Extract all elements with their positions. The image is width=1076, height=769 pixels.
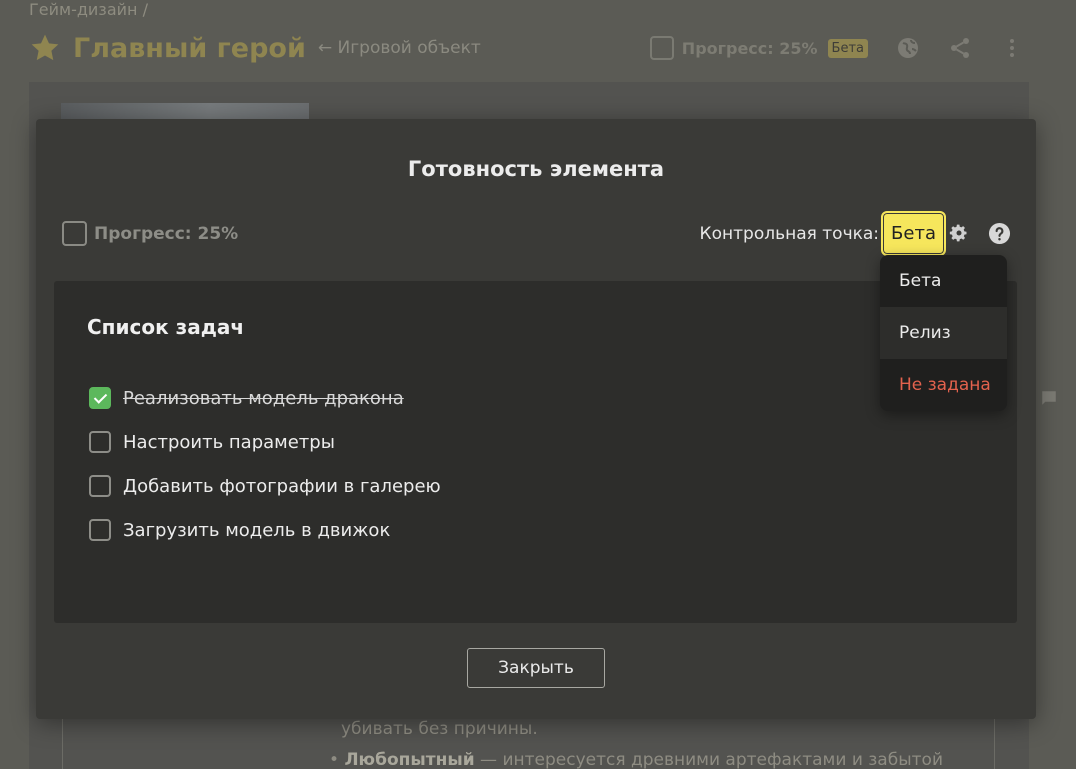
task-label: Настроить параметры [123,431,335,453]
progress-toggle[interactable]: Прогресс: 25% [62,221,238,246]
task-item[interactable]: Добавить фотографии в галерею [89,464,441,508]
divider [994,718,995,769]
trait-name: Любопытный [344,750,475,769]
milestone-option-release[interactable]: Релиз [880,307,1007,359]
page-title: Главный герой [73,32,306,64]
close-button[interactable]: Закрыть [467,648,605,688]
task-item[interactable]: Загрузить модель в движок [89,508,441,552]
more-vertical-icon[interactable] [1000,36,1024,60]
comment-icon[interactable] [1040,389,1058,407]
milestone-dropdown: Бета Релиз Не задана [880,255,1007,411]
task-checkbox[interactable] [89,431,111,453]
header-progress: Прогресс: 25% [681,38,818,58]
progress-label: Прогресс: 25% [94,223,239,244]
milestone-option-beta[interactable]: Бета [880,255,1007,307]
share-icon[interactable] [948,36,972,60]
header-actions: Прогресс: 25% Бета [649,34,1024,62]
readiness-modal: Готовность элемента Прогресс: 25% Контро… [36,119,1036,719]
task-checkbox-checked[interactable] [89,387,111,409]
description-bullet: • Любопытный — интересуется древними арт… [329,750,943,769]
task-label: Добавить фотографии в галерею [123,475,441,497]
modal-title: Готовность элемента [407,157,665,181]
trait-description: — интересуется древними артефактами и за… [474,750,943,769]
task-item[interactable]: Реализовать модель дракона [89,376,441,420]
milestone-option-none[interactable]: Не задана [880,359,1007,411]
header-progress-checkbox[interactable] [649,36,674,60]
milestone-button[interactable]: Бета [881,211,946,256]
task-list-title: Список задач [87,315,245,339]
header-milestone-badge: Бета [827,38,868,58]
back-link[interactable]: ← Игровой объект [318,38,481,58]
description-text: убивать без причины. [341,719,538,739]
breadcrumb[interactable]: Гейм-дизайн / [29,0,148,19]
divider [62,718,63,769]
star-icon[interactable] [29,32,61,64]
progress-checkbox[interactable] [62,221,87,246]
globe-icon[interactable] [896,36,920,60]
task-checkbox[interactable] [89,475,111,497]
task-label: Реализовать модель дракона [123,387,404,409]
milestone-label: Контрольная точка: [699,223,880,244]
task-item[interactable]: Настроить параметры [89,420,441,464]
title-row: Главный герой ← Игровой объект [29,30,481,66]
milestone-selector: Контрольная точка: Бета [700,211,946,256]
task-list: Реализовать модель дракона Настроить пар… [89,376,441,552]
task-checkbox[interactable] [89,519,111,541]
help-icon[interactable] [988,222,1011,245]
task-label: Загрузить модель в движок [123,519,391,541]
gear-icon[interactable] [949,223,969,243]
task-list-panel: Список задач Реализовать модель дракона … [54,281,1017,623]
